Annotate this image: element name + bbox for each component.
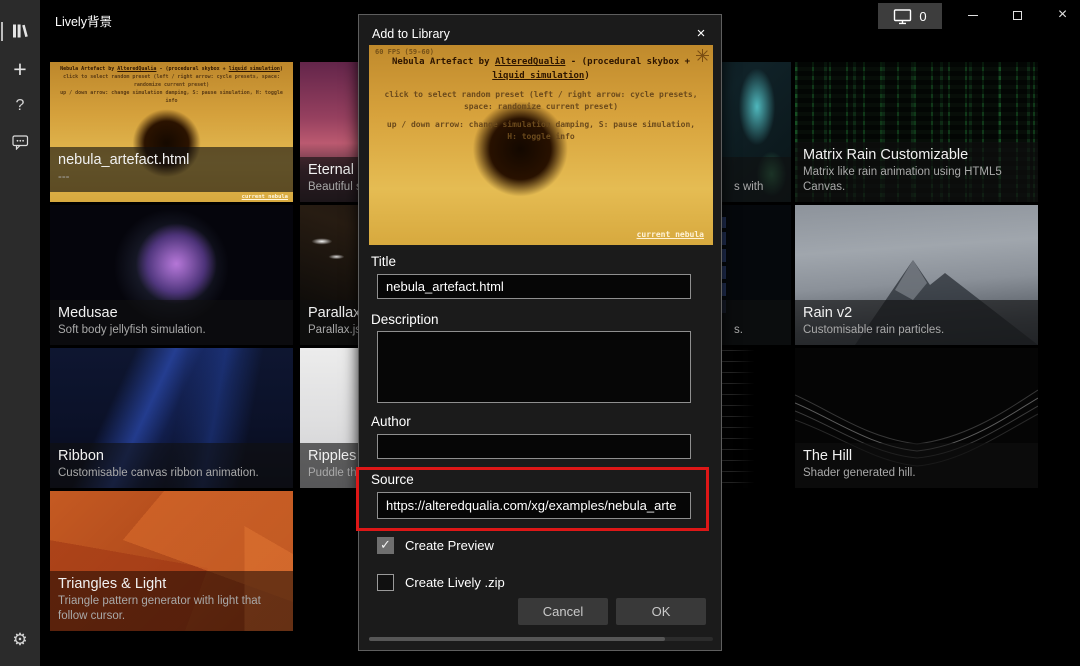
create-preview-checkbox-row[interactable]: Create Preview bbox=[377, 537, 494, 554]
tile-nebula-artefact[interactable]: Nebula Artefact by AlteredQualia - (proc… bbox=[50, 62, 293, 202]
tile-preview-text: Nebula Artefact by AlteredQualia - (proc… bbox=[50, 65, 293, 105]
tile-medusae[interactable]: Medusae Soft body jellyfish simulation. bbox=[50, 205, 293, 345]
preview-instructions-2: up / down arrow: change simulation dampi… bbox=[369, 119, 713, 143]
sidebar-item-help[interactable]: ? bbox=[0, 88, 40, 124]
tile-title: Rain v2 bbox=[803, 305, 1030, 321]
tile-triangles-light[interactable]: Triangles & Light Triangle pattern gener… bbox=[50, 491, 293, 631]
tile-title: nebula_artefact.html bbox=[58, 152, 285, 168]
dialog-close-button[interactable]: × bbox=[689, 21, 713, 45]
app-title: Lively背景 bbox=[55, 11, 112, 30]
tile-desc: Customisable rain particles. bbox=[803, 323, 1030, 337]
window-close-button[interactable]: × bbox=[1040, 0, 1080, 30]
library-icon bbox=[12, 23, 29, 39]
create-zip-checkbox-row[interactable]: Create Lively .zip bbox=[377, 574, 505, 591]
source-input[interactable] bbox=[377, 492, 691, 519]
tile-desc: Soft body jellyfish simulation. bbox=[58, 323, 285, 337]
sidebar-item-library[interactable] bbox=[0, 13, 40, 49]
tile-desc: Customisable canvas ribbon animation. bbox=[58, 466, 285, 480]
author-field-label: Author bbox=[371, 414, 411, 429]
app-window: + ? ⚙ Lively背景 0 × Nebula Artefact by Al… bbox=[0, 0, 1080, 666]
tile-desc: Shader generated hill. bbox=[803, 466, 1030, 480]
tile-desc: Triangle pattern generator with light th… bbox=[58, 594, 285, 623]
tile-caption: nebula_artefact.html --- bbox=[50, 147, 293, 192]
preview-instructions-1: click to select random preset (left / ri… bbox=[369, 89, 713, 113]
tile-desc: Matrix like rain animation using HTML5 C… bbox=[803, 165, 1030, 194]
wallpaper-preview: 60 FPS (59-60) Nebula Artefact by Altere… bbox=[369, 45, 713, 245]
ok-button[interactable]: OK bbox=[616, 598, 706, 625]
snowflake-icon bbox=[696, 49, 709, 62]
sidebar-item-feedback[interactable] bbox=[0, 124, 40, 160]
preview-heading: Nebula Artefact by AlteredQualia - (proc… bbox=[369, 56, 713, 83]
settings-icon: ⚙ bbox=[12, 630, 27, 650]
tile-caption: Matrix Rain Customizable Matrix like rai… bbox=[795, 142, 1038, 202]
tile-caption: Ribbon Customisable canvas ribbon animat… bbox=[50, 443, 293, 488]
cancel-button[interactable]: Cancel bbox=[518, 598, 608, 625]
title-input[interactable] bbox=[377, 274, 691, 299]
title-field-label: Title bbox=[371, 254, 396, 269]
checkbox[interactable] bbox=[377, 574, 394, 591]
maximize-button[interactable] bbox=[995, 0, 1040, 30]
tile-title: Medusae bbox=[58, 305, 285, 321]
tile-ribbon[interactable]: Ribbon Customisable canvas ribbon animat… bbox=[50, 348, 293, 488]
dialog-horizontal-scrollbar[interactable] bbox=[369, 637, 713, 641]
tile-title: Matrix Rain Customizable bbox=[803, 147, 1030, 163]
current-nebula-label: current nebula bbox=[242, 194, 288, 200]
sidebar-item-add-wallpaper[interactable]: + bbox=[0, 51, 40, 87]
sidebar: + ? ⚙ bbox=[0, 0, 40, 666]
tile-caption: The Hill Shader generated hill. bbox=[795, 443, 1038, 488]
display-selector-button[interactable]: 0 bbox=[878, 3, 942, 29]
plus-icon: + bbox=[13, 56, 26, 83]
tile-matrix-rain[interactable]: Matrix Rain Customizable Matrix like rai… bbox=[795, 62, 1038, 202]
tile-desc: --- bbox=[58, 170, 285, 184]
tile-caption: Triangles & Light Triangle pattern gener… bbox=[50, 571, 293, 631]
tile-rain-v2[interactable]: Rain v2 Customisable rain particles. bbox=[795, 205, 1038, 345]
author-input[interactable] bbox=[377, 434, 691, 459]
tile-title: Ribbon bbox=[58, 448, 285, 464]
checkbox[interactable] bbox=[377, 537, 394, 554]
checkbox-label: Create Preview bbox=[405, 538, 494, 553]
maximize-icon bbox=[1013, 11, 1022, 20]
tile-title: The Hill bbox=[803, 448, 1030, 464]
fps-counter: 60 FPS (59-60) bbox=[375, 48, 434, 56]
source-field-label: Source bbox=[371, 472, 414, 487]
tile-caption: Rain v2 Customisable rain particles. bbox=[795, 300, 1038, 345]
help-icon: ? bbox=[16, 97, 25, 115]
add-to-library-dialog: Add to Library × 60 FPS (59-60) Nebula A… bbox=[358, 14, 722, 651]
tile-title: Triangles & Light bbox=[58, 576, 285, 592]
close-icon: × bbox=[1058, 7, 1067, 23]
selection-indicator bbox=[1, 22, 3, 41]
sidebar-item-settings[interactable]: ⚙ bbox=[0, 622, 40, 658]
minimize-button[interactable] bbox=[950, 0, 995, 30]
close-icon: × bbox=[697, 25, 706, 42]
checkbox-label: Create Lively .zip bbox=[405, 575, 505, 590]
description-input[interactable] bbox=[377, 331, 691, 403]
dialog-title: Add to Library bbox=[372, 27, 450, 41]
display-count: 0 bbox=[919, 9, 926, 24]
tile-caption: Medusae Soft body jellyfish simulation. bbox=[50, 300, 293, 345]
minimize-icon bbox=[968, 15, 978, 16]
current-nebula-label: current nebula bbox=[637, 230, 704, 239]
tile-the-hill[interactable]: The Hill Shader generated hill. bbox=[795, 348, 1038, 488]
description-field-label: Description bbox=[371, 312, 439, 327]
feedback-icon bbox=[12, 134, 29, 150]
monitor-icon bbox=[893, 8, 912, 25]
scrollbar-thumb[interactable] bbox=[369, 637, 665, 641]
